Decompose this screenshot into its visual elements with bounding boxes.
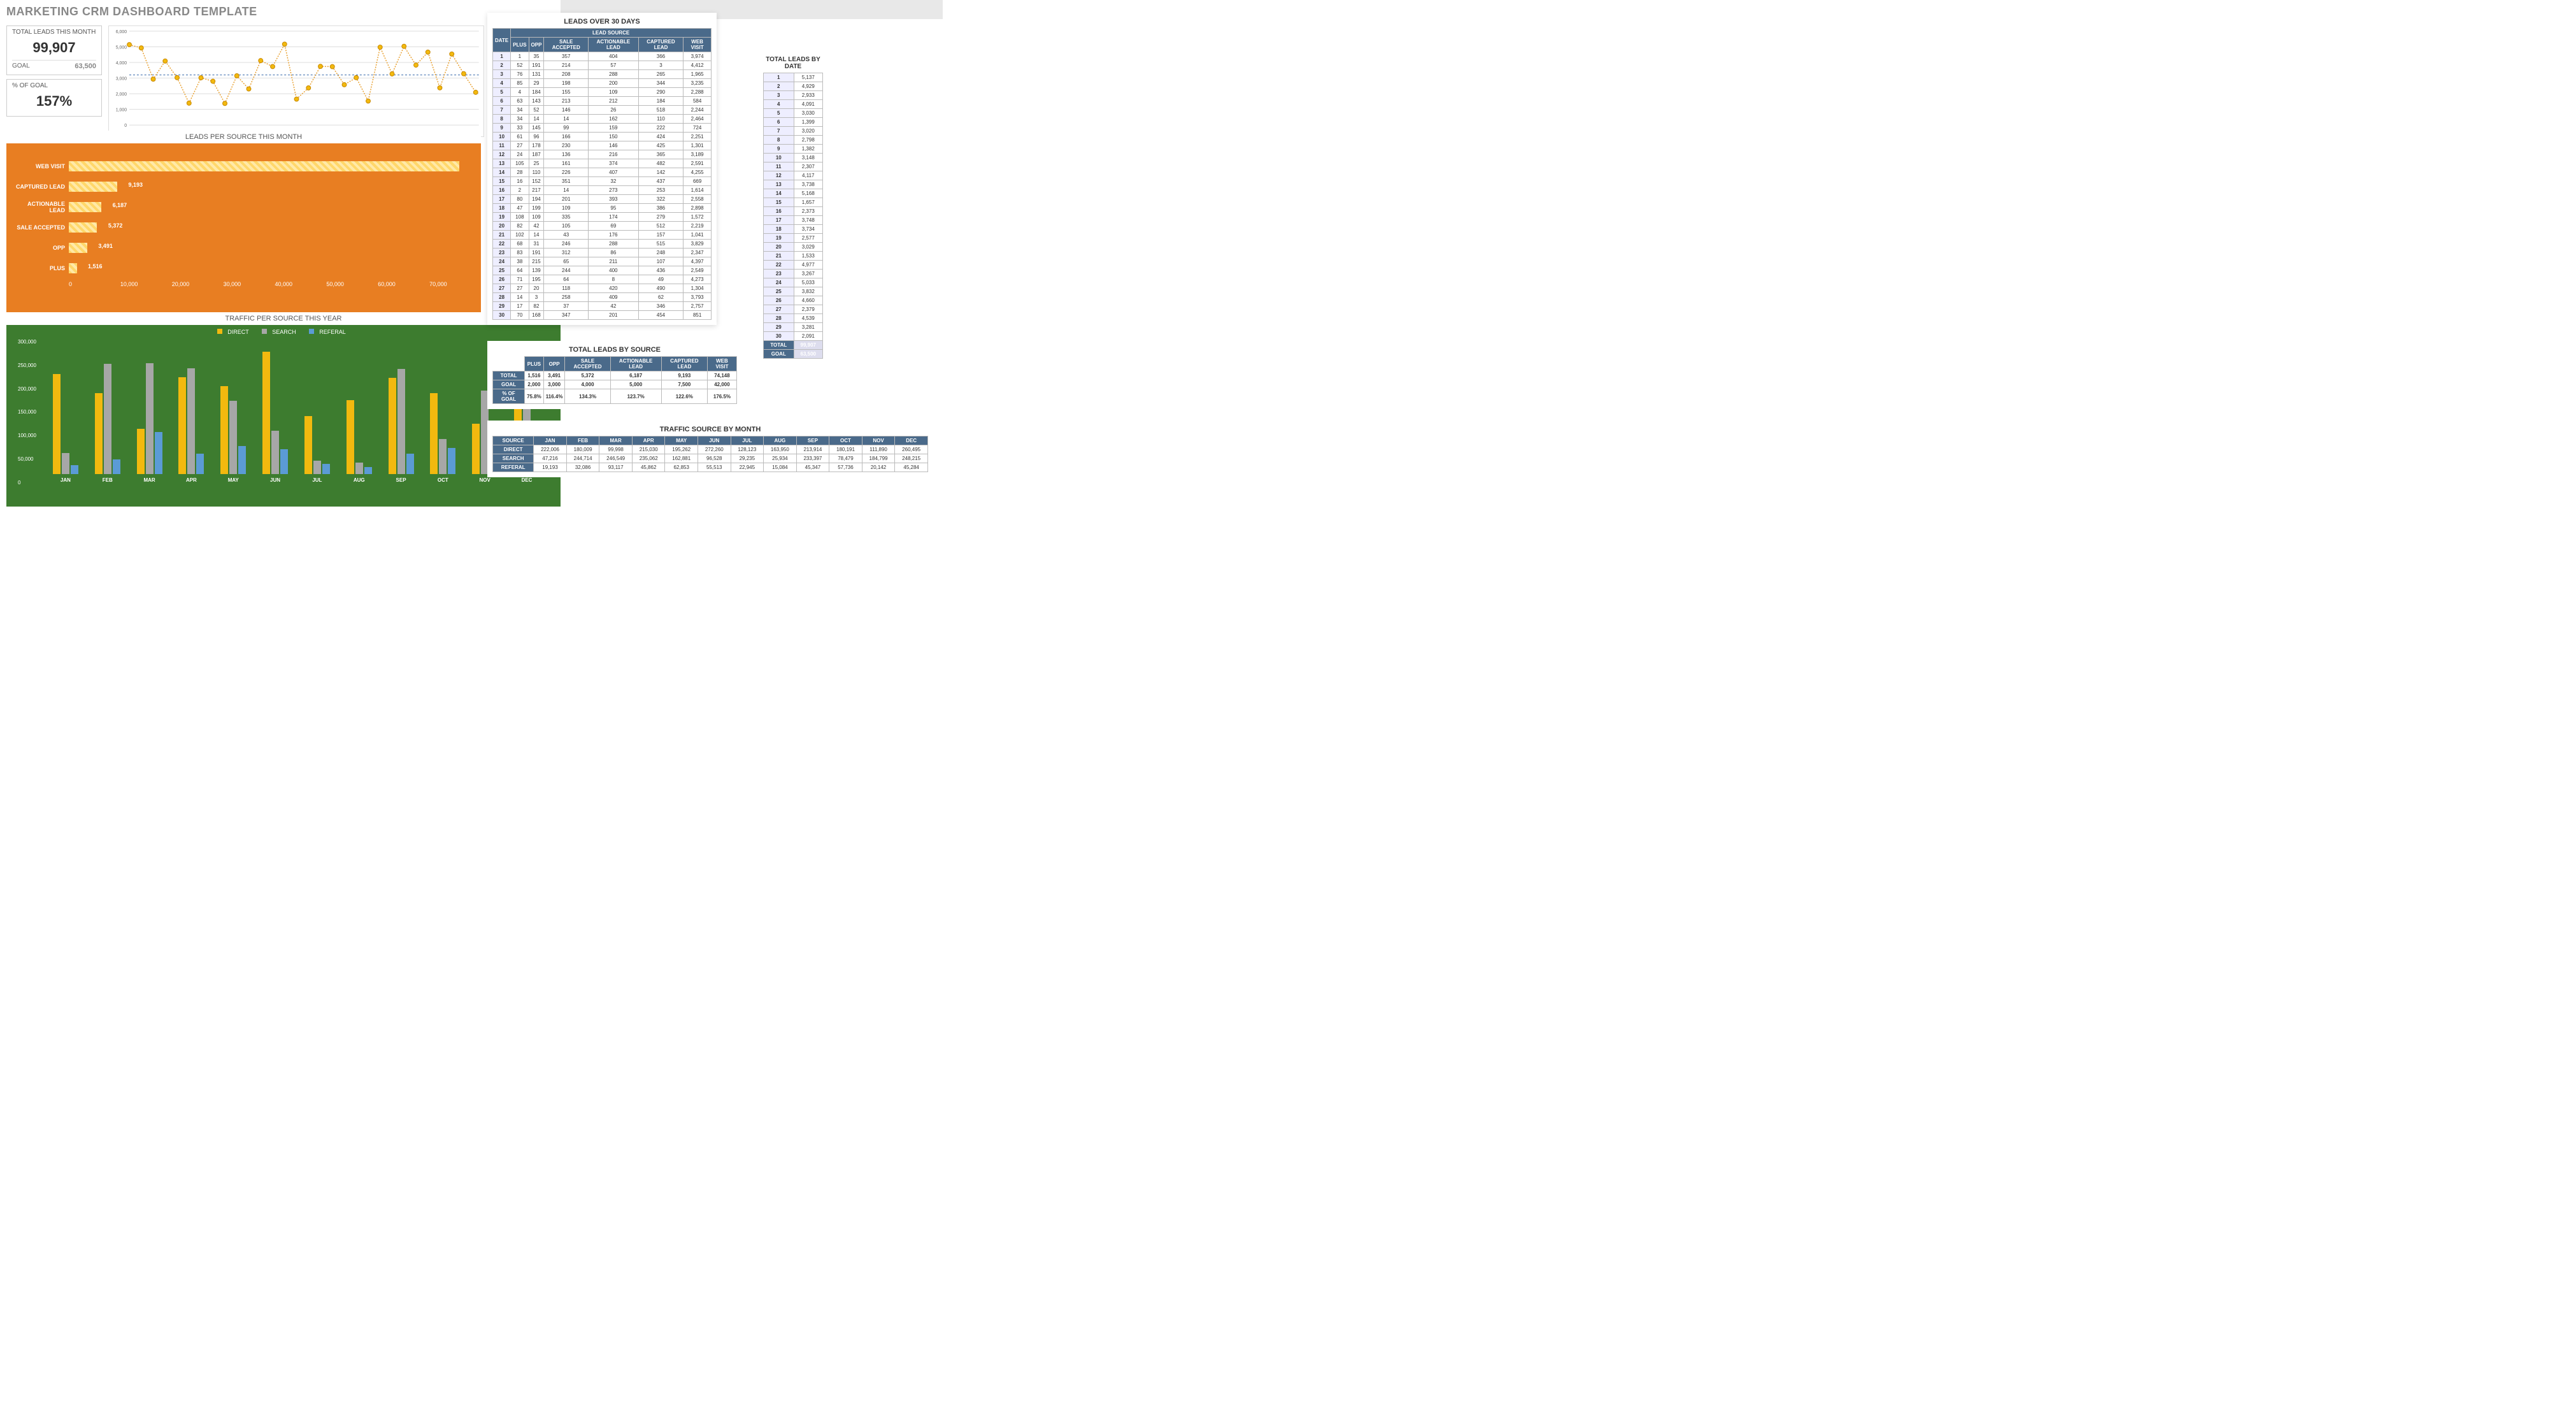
bar-h-title: LEADS PER SOURCE THIS MONTH (6, 131, 481, 143)
bar-group: MAY (212, 386, 254, 474)
svg-text:0: 0 (124, 124, 127, 128)
bar-chart-vertical: TRAFFIC PER SOURCE THIS YEAR DIRECT SEAR… (6, 325, 561, 507)
kpi-leads-value: 99,907 (12, 36, 96, 60)
lbs-title: TOTAL LEADS BY SOURCE (492, 346, 737, 354)
bar-row: CAPTURED LEAD9,193 (6, 176, 481, 197)
bar-row: ACTIONABLE LEAD6,187 (6, 197, 481, 217)
bar-group: OCT (422, 393, 464, 474)
lbd-title: TOTAL LEADS BY DATE (763, 56, 823, 70)
bar-group: APR (170, 368, 212, 474)
svg-text:4,000: 4,000 (116, 61, 127, 66)
legend-direct: DIRECT (227, 329, 249, 335)
bar-group: SEP (380, 369, 422, 474)
tm-title: TRAFFIC SOURCE BY MONTH (492, 426, 928, 433)
svg-text:3,000: 3,000 (116, 77, 127, 82)
bar-v-legend: DIRECT SEARCH REFERAL (6, 325, 561, 339)
svg-text:1,000: 1,000 (116, 108, 127, 113)
bar-row: PLUS1,516 (6, 258, 481, 278)
kpi-pct-label: % OF GOAL (12, 82, 96, 89)
legend-referal: REFERAL (319, 329, 346, 335)
kpi-leads-label: TOTAL LEADS THIS MONTH (12, 29, 96, 36)
svg-text:2,000: 2,000 (116, 92, 127, 97)
bar-group: AUG (338, 400, 380, 474)
page-title: MARKETING CRM DASHBOARD TEMPLATE (6, 5, 257, 18)
kpi-total-leads: TOTAL LEADS THIS MONTH 99,907 GOAL 63,50… (6, 25, 102, 75)
bar-group: JUL (296, 416, 338, 474)
bar-row: WEB VISIT (6, 156, 481, 176)
kpi-goal-label: GOAL (12, 62, 30, 70)
bar-row: OPP3,491 (6, 238, 481, 258)
table-leads-by-source: PLUSOPPSALE ACCEPTEDACTIONABLE LEADCAPTU… (492, 356, 737, 404)
panel-traffic-month: TRAFFIC SOURCE BY MONTH SOURCEJANFEBMARA… (487, 421, 933, 477)
panel-leads-by-date: TOTAL LEADS BY DATE 15,13724,92932,93344… (758, 51, 828, 364)
panel-leads-30: LEADS OVER 30 DAYS DATELEAD SOURCEPLUSOP… (487, 13, 717, 325)
dashboard-page: MARKETING CRM DASHBOARD TEMPLATE TOTAL L… (0, 0, 943, 510)
svg-text:5,000: 5,000 (116, 45, 127, 50)
svg-text:6,000: 6,000 (116, 30, 127, 34)
kpi-pct-value: 157% (12, 89, 96, 113)
bar-v-title: TRAFFIC PER SOURCE THIS YEAR (6, 312, 561, 325)
table-leads30: DATELEAD SOURCEPLUSOPPSALE ACCEPTEDACTIO… (492, 28, 712, 320)
kpi-pct-goal: % OF GOAL 157% (6, 79, 102, 117)
line-chart: 01,0002,0003,0004,0005,0006,000123456789… (108, 25, 484, 137)
kpi-goal-value: 63,500 (75, 62, 96, 70)
panel-leads-by-source: TOTAL LEADS BY SOURCE PLUSOPPSALE ACCEPT… (487, 341, 742, 409)
table-leads-by-date: 15,13724,92932,93344,09153,03061,39973,0… (763, 73, 823, 359)
bar-group: MAR (129, 363, 171, 474)
kpi-area: TOTAL LEADS THIS MONTH 99,907 GOAL 63,50… (6, 25, 102, 120)
bar-row: SALE ACCEPTED5,372 (6, 217, 481, 238)
table-traffic-month: SOURCEJANFEBMARAPRMAYJUNJULAUGSEPOCTNOVD… (492, 436, 928, 472)
bar-group: JUN (254, 352, 296, 474)
bar-chart-horizontal: LEADS PER SOURCE THIS MONTH WEB VISITCAP… (6, 143, 481, 312)
bar-group: FEB (87, 364, 129, 474)
bar-group: JAN (45, 374, 87, 474)
legend-search: SEARCH (272, 329, 296, 335)
leads30-title: LEADS OVER 30 DAYS (492, 18, 712, 25)
